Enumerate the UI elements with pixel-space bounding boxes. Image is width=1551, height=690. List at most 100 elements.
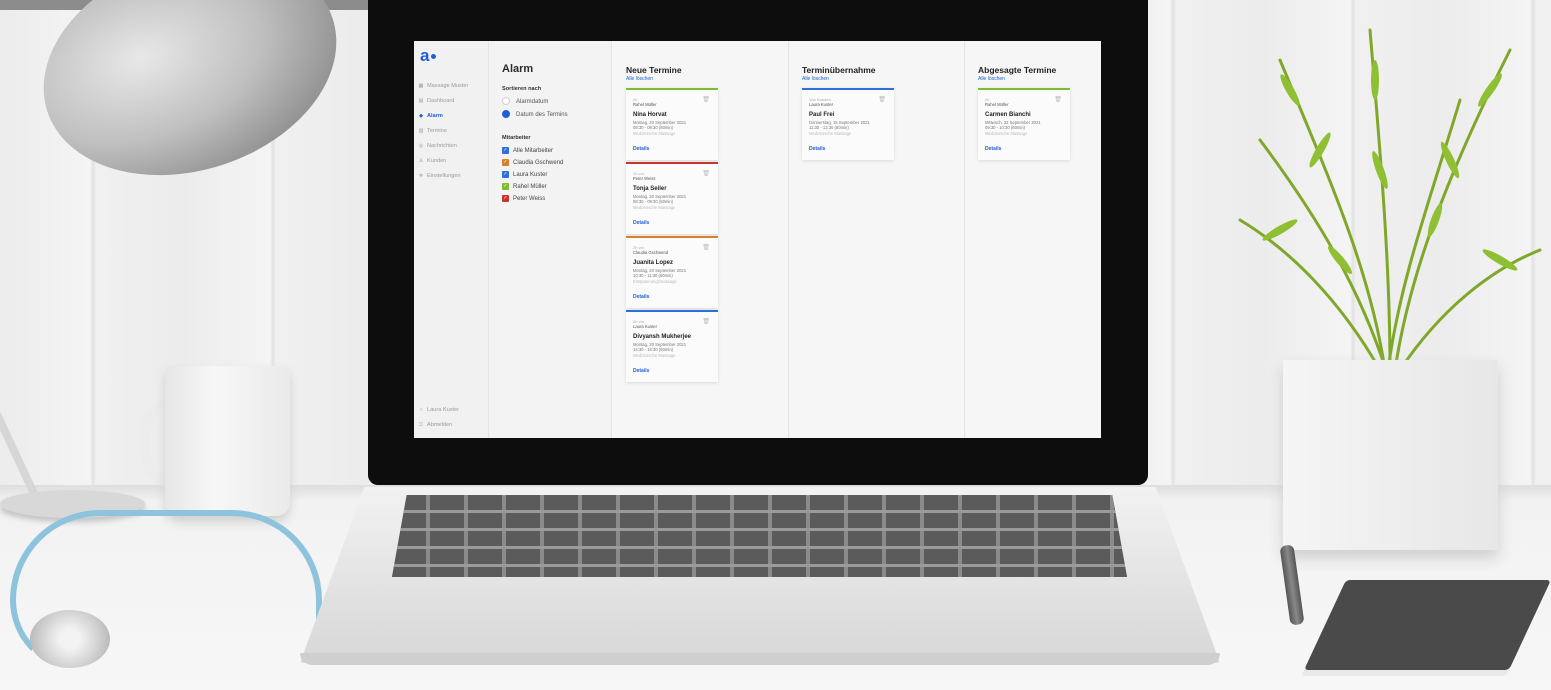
sort-group: Sortieren nach Alarmdatum Datum des Termi… xyxy=(502,86,607,122)
filter-panel: Alarm Sortieren nach Alarmdatum Datum des… xyxy=(489,41,612,438)
card-staff: Claudia Gschwend xyxy=(633,250,669,255)
sidebar-item-dashboard[interactable]: ▤ Dashboard xyxy=(418,94,486,109)
card-client-name: Paul Frei xyxy=(809,112,835,118)
card-staff: Laura Kuster xyxy=(633,324,657,329)
logout-item[interactable]: ⎋ Abmelden xyxy=(418,418,486,433)
card-time: 08:30 - 09:30 (60min) xyxy=(633,199,674,204)
keyboard xyxy=(392,495,1127,577)
details-link[interactable]: Details xyxy=(633,368,649,374)
staff-label: Alle Mitarbeiter xyxy=(513,148,554,154)
radio-button[interactable] xyxy=(502,97,510,106)
trash-icon[interactable]: 🗑 xyxy=(702,96,710,103)
checkbox[interactable]: ✓ xyxy=(502,194,509,202)
staff-checkbox[interactable]: ✓ Alle Mitarbeiter xyxy=(502,145,607,157)
clear-all-link[interactable]: Alle löschen xyxy=(802,76,829,82)
alarm-column: Abgesagte Termine Alle löschen 2h Rahel Mül… xyxy=(964,41,1101,438)
trash-icon[interactable]: 🗑 xyxy=(702,170,710,177)
logout-icon: ⎋ xyxy=(419,422,423,428)
staff-label: Claudia Gschwend xyxy=(513,160,564,166)
appointment-card[interactable]: 2h Rahel Müller 🗑 Nina Horvat Montag, 20 Sep… xyxy=(626,88,718,160)
sidebar-item-label: Alarm xyxy=(427,113,443,119)
details-link[interactable]: Details xyxy=(985,146,1001,152)
card-time: 11:30 - 12:30 (60min) xyxy=(809,125,849,130)
sort-option[interactable]: Alarmdatum xyxy=(502,96,607,109)
card-time: 08:30 - 09:30 (60min) xyxy=(633,125,674,130)
dashboard-icon: ▤ xyxy=(418,98,424,104)
checkbox[interactable]: ✓ xyxy=(502,146,509,154)
staff-label: Rahel Müller xyxy=(513,184,547,190)
sidebar-item-kunden[interactable]: ♙ Kunden xyxy=(418,154,486,169)
person-icon: ♙ xyxy=(418,158,424,164)
sort-option-label: Alarmdatum xyxy=(516,99,549,105)
checkbox[interactable]: ✓ xyxy=(502,158,509,166)
trash-icon[interactable]: 🗑 xyxy=(702,318,710,325)
alarm-column: Neue Termine Alle löschen 2h Rahel Müller 🗑 N… xyxy=(612,41,789,438)
sidebar-item-nachrichten[interactable]: ◎ Nachrichten xyxy=(418,139,486,154)
appointment-card[interactable]: 2h vor Claudia Gschwend 🗑 Juanita Lopez Mont… xyxy=(626,236,718,308)
plant-pot xyxy=(1283,360,1498,550)
details-link[interactable]: Details xyxy=(633,146,649,152)
user-item[interactable]: ○ Laura Kuster xyxy=(418,403,486,418)
sort-options: Alarmdatum Datum des Termins xyxy=(502,96,607,122)
card-time: 14:30 - 15:30 (60min) xyxy=(633,347,674,352)
clear-all-link[interactable]: Alle löschen xyxy=(978,76,1005,82)
appointment-card[interactable]: 2h vor Laura Kuster 🗑 Divyansh Mukherjee Mon… xyxy=(626,310,718,382)
card-service: Medizinische Massage xyxy=(985,131,1028,136)
app-logo[interactable]: a xyxy=(420,47,437,64)
card-service: Medizinische Massage xyxy=(633,205,676,210)
appointment-card[interactable]: 2h Rahel Müller 🗑 Carmen Bianchi Mittwoch, 2… xyxy=(978,88,1070,160)
card-time: 10:30 - 11:30 (60min) xyxy=(633,273,673,278)
sort-option-label: Datum des Termins xyxy=(516,112,568,118)
trash-icon[interactable]: 🗑 xyxy=(878,96,886,103)
grid-icon: ▦ xyxy=(418,83,424,89)
card-service: Medizinische Massage xyxy=(633,353,676,358)
alarm-icon: ◆ xyxy=(419,113,423,119)
card-client-name: Juanita Lopez xyxy=(633,260,674,266)
details-link[interactable]: Details xyxy=(633,220,649,226)
staff-label: Laura Kuster xyxy=(513,172,548,178)
card-staff: Rahel Müller xyxy=(985,102,1009,107)
sidebar-item-label: Kunden xyxy=(427,158,447,164)
user-name: Laura Kuster xyxy=(427,407,460,413)
checkbox[interactable]: ✓ xyxy=(502,170,509,178)
appointment-card[interactable]: Von Kunden Laura Kuster 🗑 Paul Frei Donnerst… xyxy=(802,88,894,160)
page-title: Alarm xyxy=(502,63,534,75)
details-link[interactable]: Details xyxy=(633,294,649,300)
message-icon: ◎ xyxy=(418,143,424,149)
checkbox[interactable]: ✓ xyxy=(502,182,509,190)
staff-checkbox[interactable]: ✓ Claudia Gschwend xyxy=(502,157,607,169)
card-service: Medizinische Massage xyxy=(809,131,852,136)
staff-options: ✓ Alle Mitarbeiter ✓ Claudia Gschwend ✓ Laura… xyxy=(502,145,607,205)
staff-heading: Mitarbeiter xyxy=(502,135,531,141)
trash-icon[interactable]: 🗑 xyxy=(702,244,710,251)
sort-option[interactable]: Datum des Termins xyxy=(502,109,607,122)
sidebar-item-termine[interactable]: ▥ Termine xyxy=(418,124,486,139)
gear-icon: ✲ xyxy=(418,173,424,179)
trash-icon[interactable]: 🗑 xyxy=(1054,96,1062,103)
staff-checkbox[interactable]: ✓ Peter Weiss xyxy=(502,193,607,205)
stethoscope-chestpiece xyxy=(30,610,110,668)
column-title: Neue Termine xyxy=(626,65,682,75)
card-service: Entspannungsmassage xyxy=(633,279,677,284)
card-client-name: Nina Horvat xyxy=(633,112,667,118)
card-client-name: Tonja Seiler xyxy=(633,186,667,192)
sidebar-item-einstellungen[interactable]: ✲ Einstellungen xyxy=(418,169,486,184)
appointment-card[interactable]: 2h vor Peter Weiss 🗑 Tonja Seiler Montag, 20… xyxy=(626,162,718,234)
clear-all-link[interactable]: Alle löschen xyxy=(626,76,653,82)
card-service: Medizinische Massage xyxy=(633,131,676,136)
plant-leaves xyxy=(1238,28,1542,372)
staff-checkbox[interactable]: ✓ Laura Kuster xyxy=(502,169,607,181)
user-icon: ○ xyxy=(419,407,423,413)
column-title: Terminübernahme xyxy=(802,65,876,75)
details-link[interactable]: Details xyxy=(809,146,825,152)
staff-checkbox[interactable]: ✓ Rahel Müller xyxy=(502,181,607,193)
logout-label: Abmelden xyxy=(427,422,453,428)
sidebar-item-alarm[interactable]: ◆ Alarm xyxy=(418,109,486,124)
card-staff: Rahel Müller xyxy=(633,102,657,107)
card-staff: Laura Kuster xyxy=(809,102,833,107)
alarm-column: Terminübernahme Alle löschen Von Kunden Lau… xyxy=(788,41,965,438)
sidebar-item-label: Nachrichten xyxy=(427,143,457,149)
logo-dot xyxy=(431,54,437,60)
sidebar-item-massage-muster[interactable]: ▦ Massage Muster xyxy=(418,79,486,94)
radio-button[interactable] xyxy=(502,110,510,119)
